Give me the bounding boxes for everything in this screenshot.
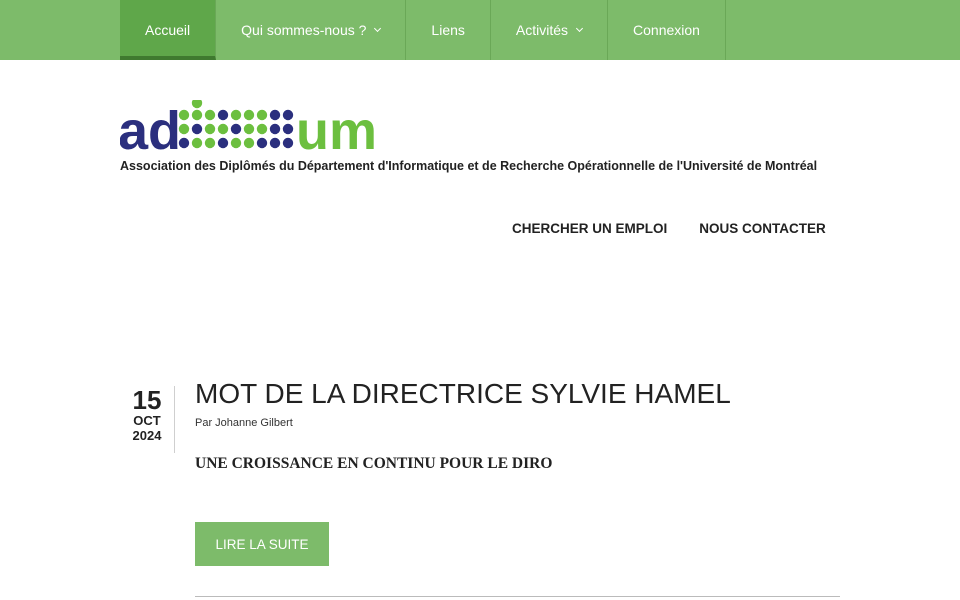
post-excerpt: UNE CROISSANCE EN CONTINU POUR LE DIRO bbox=[195, 455, 553, 472]
top-navigation-bar: Accueil Qui sommes-nous ? Liens Activité… bbox=[0, 0, 960, 60]
secondary-navigation: CHERCHER UN EMPLOI NOUS CONTACTER bbox=[512, 221, 826, 236]
post-date-month: OCT bbox=[133, 413, 161, 428]
post-divider bbox=[195, 596, 840, 597]
menu-item-label: Activités bbox=[515, 22, 569, 38]
post-title[interactable]: MOT DE LA DIRECTRICE SYLVIE HAMEL bbox=[195, 378, 731, 410]
nous-contacter-link[interactable]: NOUS CONTACTER bbox=[699, 221, 826, 236]
menu-item-activites[interactable]: Activités bbox=[491, 0, 609, 60]
logo-dots bbox=[178, 100, 294, 149]
menu-item-label: Accueil bbox=[145, 22, 191, 38]
post-date-day: 15 bbox=[132, 385, 162, 415]
menu-item-liens[interactable]: Liens bbox=[406, 0, 491, 60]
logo-text-left: ad bbox=[120, 101, 181, 152]
chevron-down-icon bbox=[575, 24, 584, 32]
menu-item-qui-sommes-nous[interactable]: Qui sommes-nous ? bbox=[216, 0, 407, 60]
post-date-year: 2024 bbox=[132, 428, 162, 443]
chercher-un-emploi-link[interactable]: CHERCHER UN EMPLOI bbox=[512, 221, 667, 236]
menu-item-label: Qui sommes-nous ? bbox=[241, 22, 367, 38]
logo-graphic: ad um bbox=[120, 100, 374, 152]
menu-item-label: Liens bbox=[431, 22, 465, 38]
post-byline: Par Johanne Gilbert bbox=[195, 417, 293, 429]
main-menu: Accueil Qui sommes-nous ? Liens Activité… bbox=[120, 0, 726, 60]
site-logo[interactable]: ad um bbox=[120, 100, 374, 152]
post-date: 15 OCT 2024 bbox=[120, 386, 175, 453]
menu-item-accueil[interactable]: Accueil bbox=[120, 0, 217, 60]
chevron-down-icon bbox=[374, 24, 382, 32]
read-more-button[interactable]: LIRE LA SUITE bbox=[195, 522, 329, 566]
logo-text-right: um bbox=[296, 101, 374, 152]
menu-item-connexion[interactable]: Connexion bbox=[608, 0, 726, 60]
site-tagline: Association des Diplômés du Département … bbox=[120, 159, 818, 173]
menu-item-label: Connexion bbox=[633, 22, 700, 38]
